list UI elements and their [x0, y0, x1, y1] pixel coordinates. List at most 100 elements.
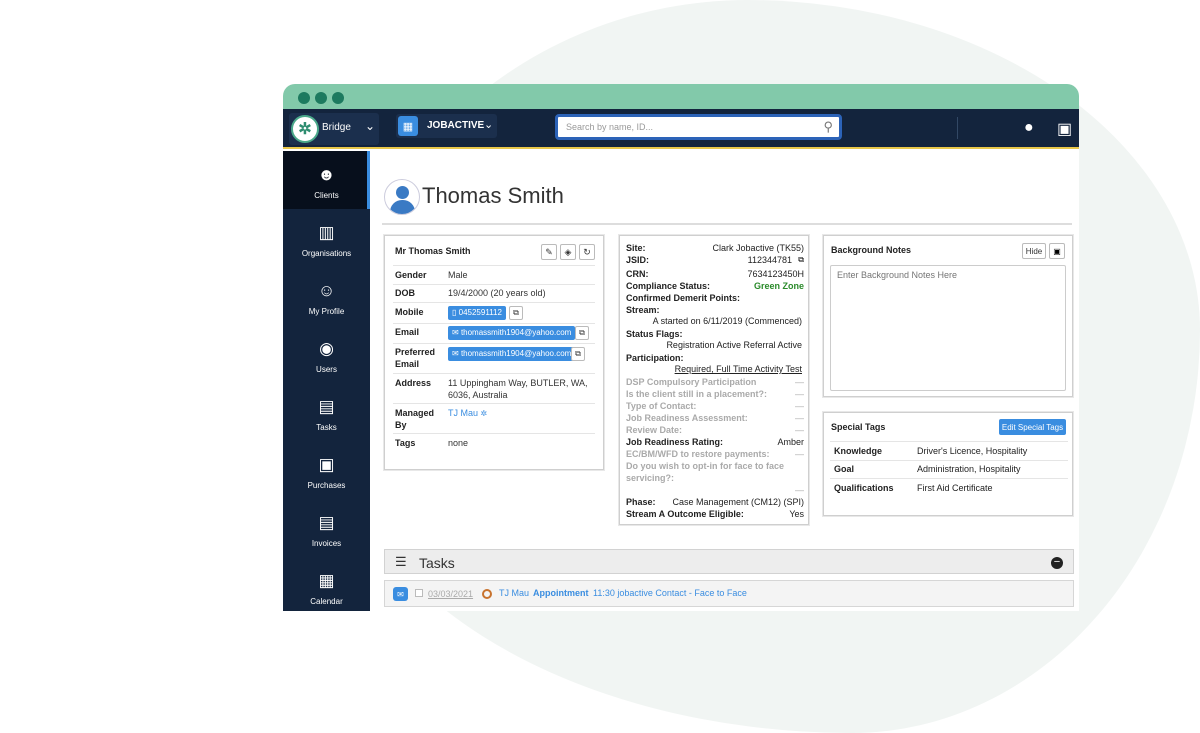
settings-icon: ✲: [480, 409, 488, 418]
copy-icon[interactable]: ⧉: [798, 254, 804, 266]
calendar-icon: ▦: [318, 571, 335, 590]
chevron-down-icon: ⌄: [365, 119, 376, 133]
contact-type-value: —: [795, 401, 804, 411]
search-placeholder: Search by name, ID...: [566, 122, 654, 132]
placement-label: Is the client still in a placement?:: [626, 389, 768, 399]
ec-value: —: [795, 449, 804, 459]
program-switcher[interactable]: ▦ JOBACTIVE ⌄: [396, 114, 497, 138]
sidebar-item-label: Tasks: [316, 423, 337, 432]
client-full-name: Mr Thomas Smith: [395, 246, 471, 256]
placement-row: Is the client still in a placement?: —: [626, 388, 804, 400]
divider: [393, 403, 595, 404]
special-tags-panel: Special Tags Edit Special Tags Knowledge…: [823, 412, 1073, 516]
sidebar-item-invoices[interactable]: ▤ Invoices: [283, 499, 370, 557]
sidebar-item-my-profile[interactable]: ☺ My Profile: [283, 267, 370, 325]
mobile-phone-link[interactable]: ▯ 0452591112: [448, 306, 506, 320]
copy-icon[interactable]: ⧉: [575, 326, 589, 340]
participation-row: Participation:: [626, 352, 804, 364]
managed-by-link[interactable]: TJ Mau ✲: [448, 407, 487, 420]
label-line: Managed: [395, 408, 435, 418]
status-flags-value: Registration Active Referral Active: [666, 340, 802, 350]
hide-button[interactable]: Hide: [1022, 243, 1046, 259]
task-type[interactable]: Appointment: [533, 588, 589, 598]
optin-label: servicing?:: [626, 473, 675, 483]
divider: [393, 343, 595, 344]
crn-row: CRN: 7634123450H: [626, 268, 804, 280]
nav-divider: [957, 117, 958, 139]
lock-icon[interactable]: ▣: [1057, 119, 1072, 139]
search-input[interactable]: Search by name, ID... ⚲: [555, 114, 842, 140]
label-line: Email: [395, 359, 420, 369]
avatar-body: [390, 200, 415, 214]
background-notes-input[interactable]: [830, 265, 1066, 391]
sidebar-item-clients[interactable]: ☻ Clients: [283, 151, 370, 209]
client-details-panel: Mr Thomas Smith ✎ ◈ ↻ Gender Male DOB 19…: [384, 235, 604, 470]
outcome-value: Yes: [789, 509, 804, 519]
task-checkbox[interactable]: [415, 589, 423, 597]
sidebar-item-calendar[interactable]: ▦ Calendar: [283, 557, 370, 611]
review-date-value: —: [795, 425, 804, 435]
site-row: Site: Clark Jobactive (TK55): [626, 242, 804, 254]
jsid-label: JSID:: [626, 255, 650, 265]
divider: [393, 265, 595, 266]
building-icon: ▥: [318, 223, 335, 242]
contact-type-label: Type of Contact:: [626, 401, 697, 411]
email-value: thomassmith1904@yahoo.com: [460, 328, 572, 337]
email-label: Email: [395, 327, 420, 337]
tasks-title: Tasks: [419, 555, 455, 571]
program-label: JOBACTIVE: [427, 120, 485, 131]
refresh-icon[interactable]: ↻: [579, 244, 595, 260]
tag-value: Driver's Licence, Hospitality: [917, 446, 1028, 456]
chevron-down-icon: ⌄: [484, 119, 494, 131]
sidebar-item-tasks[interactable]: ▤ Tasks: [283, 383, 370, 441]
stream-label: Stream:: [626, 305, 660, 315]
status-flags-label: Status Flags:: [626, 329, 683, 339]
sidebar-item-purchases[interactable]: ▣ Purchases: [283, 441, 370, 499]
tag-key: Qualifications: [834, 483, 894, 493]
save-icon[interactable]: ▣: [1049, 243, 1065, 259]
sidebar-item-organisations[interactable]: ▥ Organisations: [283, 209, 370, 267]
outcome-label: Stream A Outcome Eligible:: [626, 509, 744, 519]
main-content: Thomas Smith Mr Thomas Smith ✎ ◈ ↻ Gende…: [370, 151, 1079, 611]
sidebar-item-label: Clients: [314, 191, 339, 200]
search-icon[interactable]: ⚲: [823, 119, 833, 135]
sidebar-item-users[interactable]: ◉ Users: [283, 325, 370, 383]
optin-value: —: [795, 485, 804, 495]
edit-icon[interactable]: ✎: [541, 244, 557, 260]
address-label: Address: [395, 378, 432, 388]
sidebar-item-label: My Profile: [308, 307, 345, 316]
edit-special-tags-button[interactable]: Edit Special Tags: [999, 419, 1066, 435]
window-dot: [332, 92, 344, 104]
address-value: 11 Uppingham Way, BUTLER, WA, 6036, Austr…: [448, 377, 588, 401]
divider: [393, 433, 595, 434]
task-description-link[interactable]: 11:30 jobactive Contact - Face to Face: [593, 588, 747, 598]
clients-icon: ☻: [317, 165, 336, 184]
email-link[interactable]: ✉ thomassmith1904@yahoo.com: [448, 326, 576, 340]
brand-label: Bridge: [322, 122, 351, 133]
tasks-header[interactable]: ☰ Tasks −: [384, 549, 1074, 574]
jra-row: Job Readiness Assessment: —: [626, 412, 804, 424]
participation-label: Participation:: [626, 353, 684, 363]
user-icon[interactable]: ●: [1024, 119, 1034, 137]
stream-value: A started on 6/11/2019 (Commenced): [652, 316, 802, 326]
divider: [830, 460, 1068, 461]
copy-icon[interactable]: ⧉: [571, 347, 585, 361]
dob-value: 19/4/2000 (20 years old): [448, 288, 546, 298]
money-icon: ▣: [318, 455, 335, 474]
ec-row: EC/BM/WFD to restore payments: —: [626, 448, 804, 460]
profile-icon: ☺: [317, 281, 336, 300]
tag-icon[interactable]: ◈: [560, 244, 576, 260]
jra-value: —: [795, 413, 804, 423]
task-user-link[interactable]: TJ Mau: [499, 588, 529, 598]
address-line: 11 Uppingham Way, BUTLER, WA,: [448, 378, 588, 388]
managed-by-label: Managed By: [395, 407, 434, 431]
task-row[interactable]: ✉ 03/03/2021 TJ Mau Appointment 11:30 jo…: [384, 580, 1074, 607]
preferred-email-link[interactable]: ✉ thomassmith1904@yahoo.com: [448, 347, 576, 361]
contact-type-row: Type of Contact: —: [626, 400, 804, 412]
site-value: Clark Jobactive (TK55): [712, 243, 804, 253]
participation-value: Required, Full Time Activity Test: [674, 364, 802, 374]
review-date-row: Review Date: —: [626, 424, 804, 436]
copy-icon[interactable]: ⧉: [509, 306, 523, 320]
brand-switcher[interactable]: ✲ Bridge ⌄: [289, 113, 379, 145]
collapse-icon[interactable]: −: [1051, 557, 1063, 569]
